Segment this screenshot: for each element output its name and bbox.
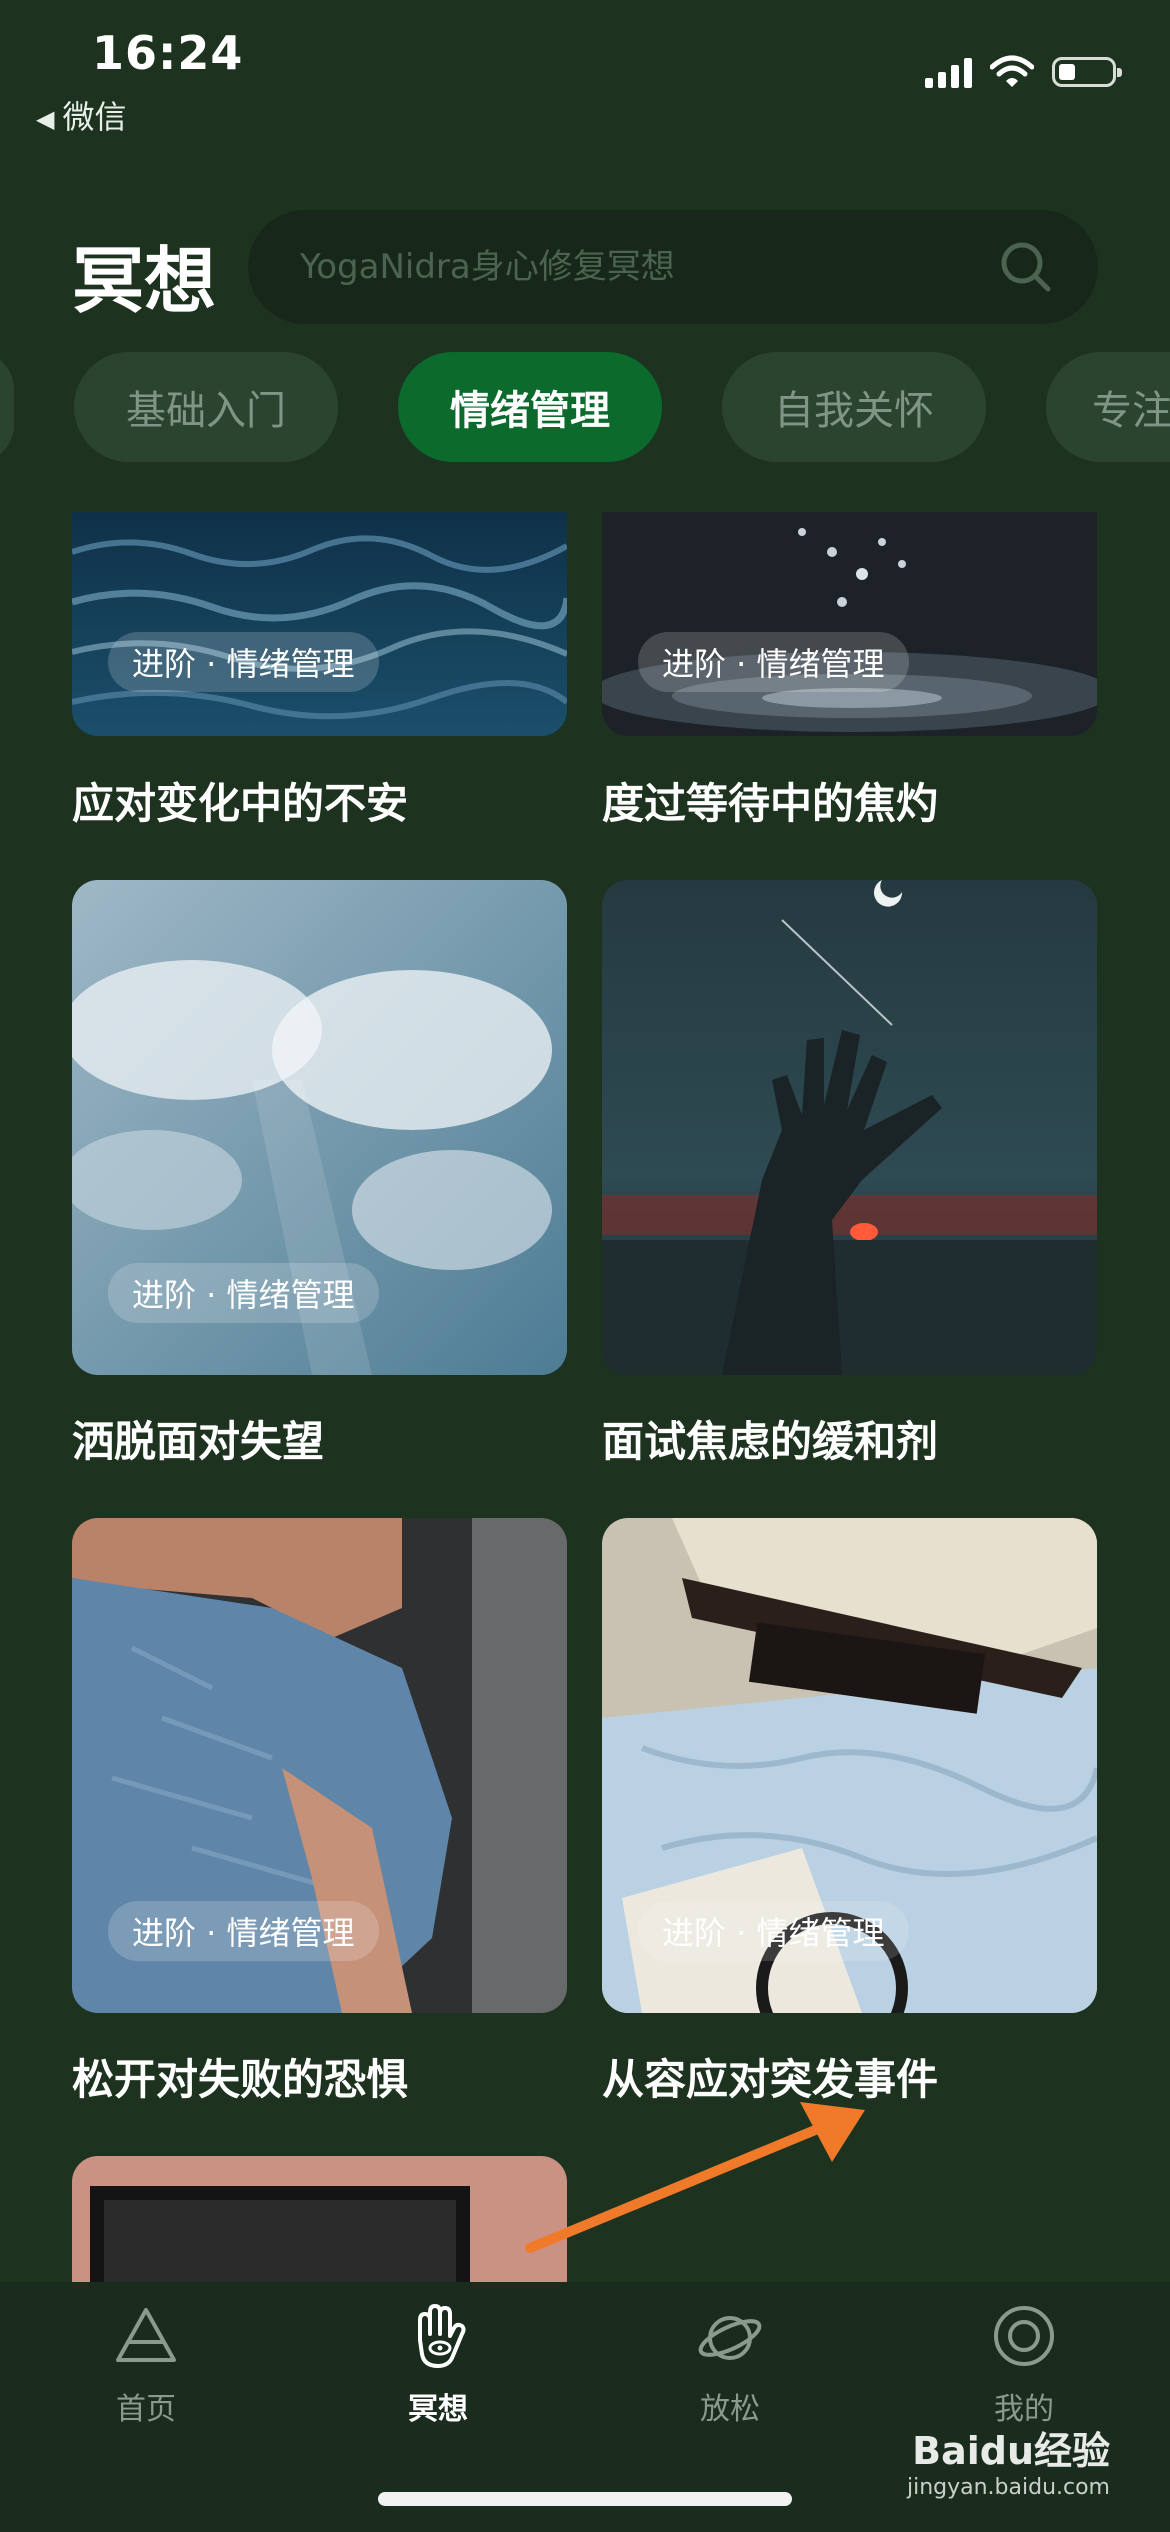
card-title[interactable]: 应对变化中的不安 <box>72 770 408 831</box>
card-title[interactable]: 面试焦虑的缓和剂 <box>602 1408 938 1469</box>
battery-icon <box>1052 57 1122 87</box>
card-badge: 进阶 · 情绪管理 <box>108 1901 379 1961</box>
watermark-url: jingyan.baidu.com <box>906 2475 1110 2500</box>
card-image-hand-sunset[interactable] <box>602 880 1097 1375</box>
card-image-ocean[interactable]: 进阶 · 情绪管理 <box>72 512 567 736</box>
tab-self-care[interactable]: 自我关怀 <box>722 352 986 462</box>
card-title[interactable]: 松开对失败的恐惧 <box>72 2046 408 2107</box>
tab-emotion-management[interactable]: 情绪管理 <box>398 352 662 462</box>
wifi-icon <box>990 55 1034 87</box>
hand-silhouette-image <box>602 880 1097 1375</box>
category-tabs: 基础入门 情绪管理 自我关怀 专注 <box>0 352 1170 462</box>
card-badge: 进阶 · 情绪管理 <box>638 632 909 692</box>
nav-meditation-label: 冥想 <box>408 2392 468 2427</box>
search-input[interactable] <box>298 246 998 288</box>
nav-profile[interactable]: 我的 <box>944 2300 1104 2428</box>
card-badge: 进阶 · 情绪管理 <box>638 1901 909 1961</box>
status-time: 16:24 <box>92 26 244 80</box>
tab-previous-partial[interactable] <box>0 352 14 462</box>
card-title[interactable]: 度过等待中的焦灼 <box>602 770 938 831</box>
hand-eye-icon <box>418 2304 466 2368</box>
card-badge: 进阶 · 情绪管理 <box>108 1263 379 1323</box>
tab-basics[interactable]: 基础入门 <box>74 352 338 462</box>
card-image-partial[interactable] <box>72 2156 567 2282</box>
back-triangle-icon: ◀ <box>36 105 55 133</box>
planet-icon <box>698 2316 762 2360</box>
status-icons <box>925 52 1122 92</box>
tab-focus[interactable]: 专注 <box>1046 352 1170 462</box>
card-badge: 进阶 · 情绪管理 <box>108 632 379 692</box>
target-circle-icon <box>994 2306 1054 2366</box>
ocean-waves-image <box>72 512 567 736</box>
nav-relax-label: 放松 <box>700 2392 760 2427</box>
page-title: 冥想 <box>72 239 217 323</box>
annotation-arrow <box>525 2102 865 2253</box>
back-label: 微信 <box>62 98 127 136</box>
triangle-icon <box>116 2308 176 2362</box>
card-image-ship-map[interactable]: 进阶 · 情绪管理 <box>602 1518 1097 2013</box>
card-title[interactable]: 洒脱面对失望 <box>72 1408 324 1469</box>
water-drops-image <box>602 512 1097 736</box>
watermark-brand: Baidu经验 <box>912 2429 1110 2473</box>
nav-home[interactable]: 首页 <box>66 2300 226 2428</box>
nav-home-label: 首页 <box>116 2392 176 2427</box>
search-icon[interactable] <box>998 239 1054 295</box>
card-image-clouds[interactable]: 进阶 · 情绪管理 <box>72 880 567 1375</box>
frame-on-wall-image <box>72 2156 567 2282</box>
card-image-water-drops[interactable]: 进阶 · 情绪管理 <box>602 512 1097 736</box>
nav-meditation[interactable]: 冥想 <box>358 2300 518 2428</box>
home-indicator[interactable] <box>378 2492 792 2506</box>
nav-relax[interactable]: 放松 <box>650 2300 810 2428</box>
search-bar[interactable] <box>248 210 1098 324</box>
back-to-wechat[interactable]: ◀ 微信 <box>36 92 126 138</box>
baidu-watermark: Baidu经验 jingyan.baidu.com <box>907 2420 1110 2500</box>
signal-icon <box>925 56 972 88</box>
card-image-person[interactable]: 进阶 · 情绪管理 <box>72 1518 567 2013</box>
